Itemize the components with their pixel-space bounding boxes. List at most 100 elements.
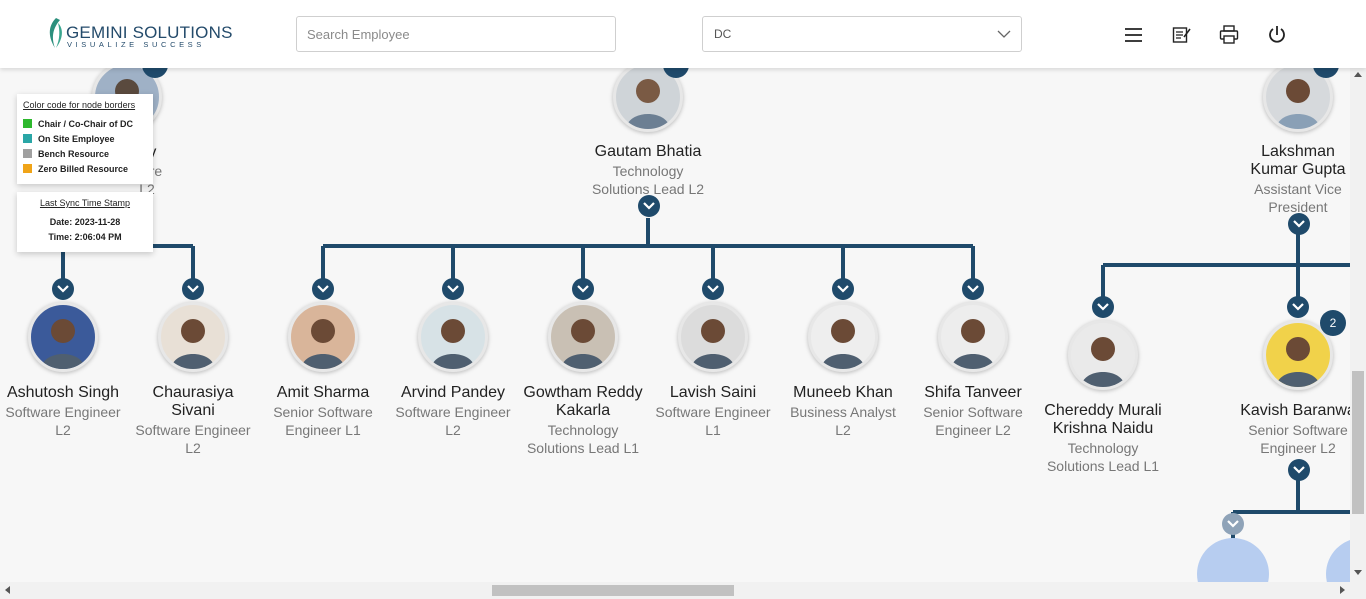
collapse-toggle[interactable] bbox=[572, 278, 594, 300]
collapse-toggle[interactable] bbox=[962, 278, 984, 300]
chevron-down-icon bbox=[967, 285, 979, 293]
dc-select-value: DC bbox=[714, 27, 732, 41]
employee-designation: Solutions Lead L1 bbox=[1046, 458, 1160, 474]
expand-toggle[interactable] bbox=[1222, 513, 1244, 535]
last-sync-panel: Last Sync Time Stamp Date: 2023-11-28 Ti… bbox=[17, 192, 153, 252]
legend-item: Chair / Co-Chair of DC bbox=[23, 116, 153, 131]
chevron-down-icon bbox=[317, 285, 329, 293]
legend-item: Zero Billed Resource bbox=[23, 161, 153, 176]
legend-label: Bench Resource bbox=[38, 148, 110, 159]
chevron-down-icon bbox=[1292, 303, 1304, 311]
chevron-down-icon bbox=[1227, 520, 1239, 528]
legend-item: On Site Employee bbox=[23, 131, 153, 146]
chevron-down-icon bbox=[997, 30, 1011, 38]
power-icon[interactable] bbox=[1266, 24, 1288, 46]
employee-avatar bbox=[418, 302, 488, 372]
org-node-child[interactable]: Chaurasiya Sivani Software Engineer L2 bbox=[128, 302, 258, 472]
employee-name: Kumar Gupta bbox=[1250, 161, 1346, 178]
employee-name: Lavish Saini bbox=[669, 384, 757, 401]
collapse-toggle[interactable] bbox=[1288, 459, 1310, 481]
employee-avatar bbox=[158, 302, 228, 372]
employee-avatar bbox=[288, 302, 358, 372]
employee-designation: L2 bbox=[835, 422, 851, 438]
collapse-toggle[interactable] bbox=[1288, 213, 1310, 235]
org-node-child[interactable]: Chereddy Murali Krishna Naidu Technology So… bbox=[1038, 320, 1168, 490]
printer-icon[interactable] bbox=[1218, 24, 1240, 46]
org-node-child[interactable]: Gowtham Reddy Kakarla Technology Solutions … bbox=[518, 302, 648, 472]
org-node-child[interactable]: Shifa Tanveer Senior Software Engineer L2 bbox=[908, 302, 1038, 472]
org-node-child[interactable]: Ashutosh Singh Software Engineer L2 bbox=[0, 302, 128, 472]
employee-avatar bbox=[28, 302, 98, 372]
employee-designation: Business Analyst bbox=[790, 404, 896, 420]
gemini-logo[interactable]: GEMINI SOLUTIONS VISUALIZE SUCCESS bbox=[46, 17, 232, 51]
employee-name: Lakshman bbox=[1261, 143, 1335, 160]
sync-title: Last Sync Time Stamp bbox=[39, 198, 131, 208]
employee-name: Kakarla bbox=[555, 402, 611, 419]
employee-designation: Software Engineer bbox=[655, 404, 771, 420]
collapse-toggle[interactable] bbox=[312, 278, 334, 300]
employee-avatar bbox=[1068, 320, 1138, 390]
horizontal-scrollbar[interactable] bbox=[0, 582, 1366, 599]
org-node-child[interactable]: Lavish Saini Software Engineer L1 bbox=[648, 302, 778, 472]
sync-time: Time: 2:06:04 PM bbox=[48, 232, 122, 242]
collapse-toggle[interactable] bbox=[442, 278, 464, 300]
chevron-down-icon bbox=[187, 285, 199, 293]
employee-designation: Senior Software bbox=[923, 404, 1023, 420]
dc-select[interactable]: DC bbox=[702, 16, 1022, 52]
org-node-child[interactable]: Muneeb Khan Business Analyst L2 bbox=[778, 302, 908, 472]
chevron-down-icon bbox=[447, 285, 459, 293]
menu-icon[interactable] bbox=[1123, 24, 1145, 46]
gemini-leaf-icon bbox=[49, 18, 62, 48]
employee-name: Kavish Baranwa bbox=[1240, 402, 1350, 419]
employee-designation: Senior Software bbox=[1248, 422, 1348, 438]
employee-designation: Solutions Lead L1 bbox=[526, 440, 640, 456]
chevron-down-icon bbox=[57, 285, 69, 293]
chevron-down-icon bbox=[837, 285, 849, 293]
scroll-up-arrow-icon[interactable] bbox=[1354, 72, 1362, 77]
employee-designation: Assistant Vice bbox=[1254, 181, 1342, 197]
employee-avatar bbox=[678, 302, 748, 372]
employee-designation: L1 bbox=[705, 422, 721, 438]
legend-title: Color code for node borders bbox=[23, 100, 136, 110]
employee-designation: Software Engineer bbox=[135, 422, 251, 438]
employee-designation: Technology bbox=[547, 422, 619, 438]
employee-designation: Software Engineer bbox=[395, 404, 511, 420]
vertical-scrollbar[interactable] bbox=[1350, 68, 1366, 582]
chevron-down-icon bbox=[1293, 220, 1305, 228]
employee-avatar bbox=[548, 302, 618, 372]
collapse-toggle[interactable] bbox=[702, 278, 724, 300]
employee-name: Shifa Tanveer bbox=[924, 384, 1022, 401]
employee-name: Arvind Pandey bbox=[400, 384, 506, 401]
employee-designation: Engineer L1 bbox=[285, 422, 361, 438]
collapse-toggle[interactable] bbox=[832, 278, 854, 300]
notes-icon[interactable] bbox=[1171, 24, 1193, 46]
employee-designation: L2 bbox=[55, 422, 71, 438]
org-node-child[interactable]: Amit Sharma Senior Software Engineer L1 bbox=[258, 302, 388, 472]
employee-name: Gautam Bhatia bbox=[594, 143, 702, 160]
top-bar: GEMINI SOLUTIONS VISUALIZE SUCCESS DC bbox=[0, 0, 1366, 68]
legend-swatch bbox=[23, 164, 32, 173]
collapse-toggle[interactable] bbox=[52, 278, 74, 300]
search-employee-input[interactable] bbox=[296, 16, 616, 52]
legend-label: Chair / Co-Chair of DC bbox=[38, 118, 134, 129]
org-node-lakshman-kumar-gupta[interactable]: Lakshman Kumar Gupta Assistant Vice Pres… bbox=[1233, 68, 1350, 238]
collapse-toggle[interactable] bbox=[1287, 296, 1309, 318]
count-badge: 2 bbox=[1320, 310, 1346, 336]
legend-item: Bench Resource bbox=[23, 146, 153, 161]
chevron-down-icon bbox=[1097, 303, 1109, 311]
collapse-toggle[interactable] bbox=[638, 195, 660, 217]
scroll-left-arrow-icon[interactable] bbox=[5, 586, 10, 594]
horizontal-scroll-thumb[interactable] bbox=[492, 585, 734, 596]
scroll-right-arrow-icon[interactable] bbox=[1340, 586, 1345, 594]
employee-name: Gowtham Reddy bbox=[523, 384, 643, 401]
vertical-scroll-thumb[interactable] bbox=[1352, 371, 1364, 514]
employee-designation: Technology bbox=[1067, 440, 1139, 456]
collapse-toggle[interactable] bbox=[1092, 296, 1114, 318]
collapse-toggle[interactable] bbox=[182, 278, 204, 300]
org-chart-canvas[interactable]: nney ware L2 Gautam Bhatia Technology So… bbox=[0, 68, 1350, 582]
org-node-child[interactable]: Arvind Pandey Software Engineer L2 bbox=[388, 302, 518, 472]
chevron-down-icon bbox=[577, 285, 589, 293]
employee-designation: Engineer L2 bbox=[1260, 440, 1336, 456]
scroll-down-arrow-icon[interactable] bbox=[1354, 570, 1362, 575]
node-border-legend: Color code for node borders Chair / Co-C… bbox=[17, 94, 153, 184]
